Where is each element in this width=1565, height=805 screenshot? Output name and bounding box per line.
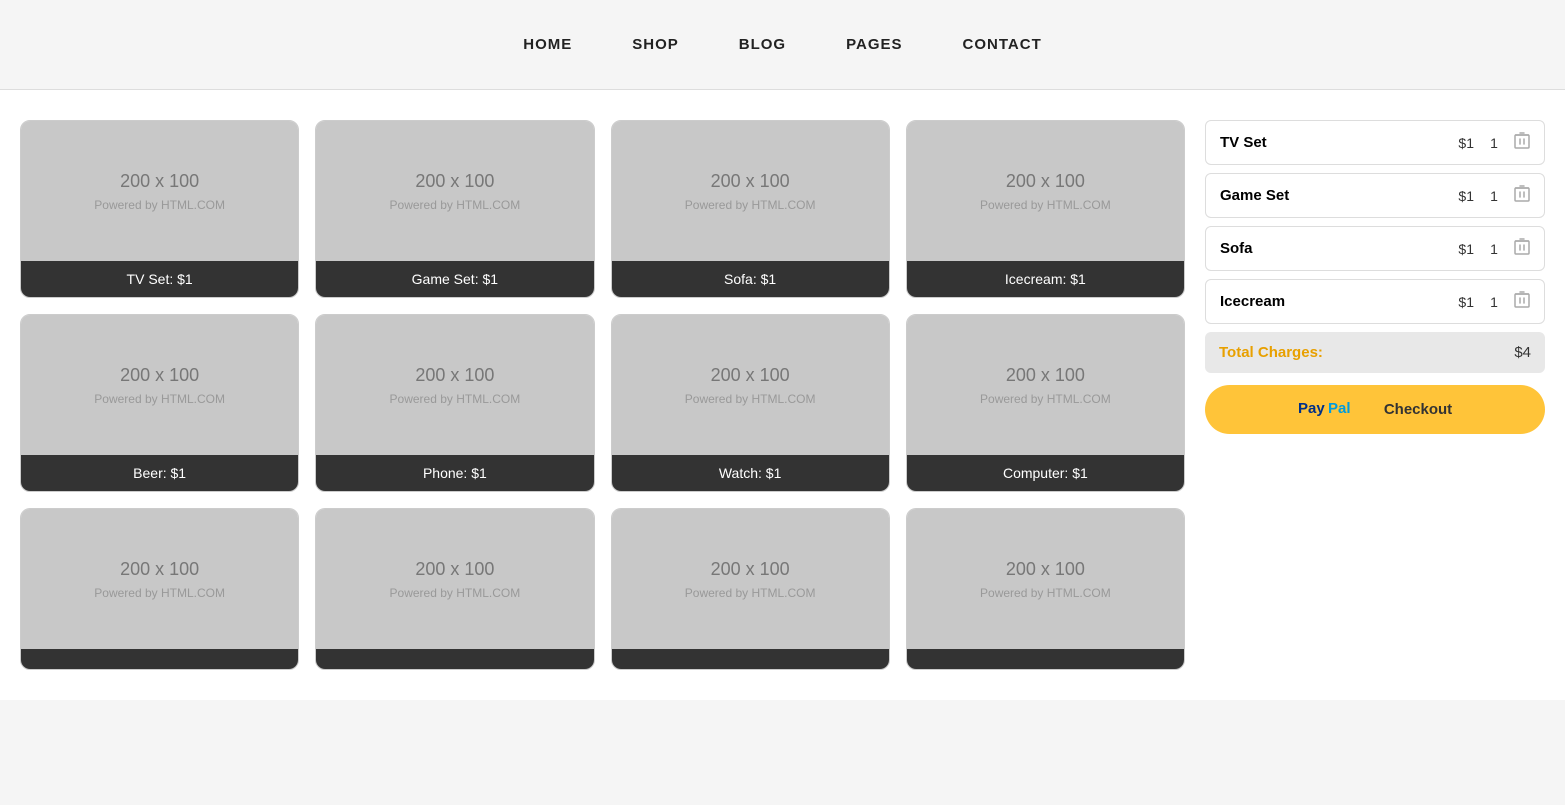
- product-card-beer[interactable]: 200 x 100 Powered by HTML.COM Beer: $1: [20, 314, 299, 492]
- product-label: Phone: $1: [316, 455, 593, 491]
- product-powered: Powered by HTML.COM: [390, 392, 521, 406]
- product-label: Sofa: $1: [612, 261, 889, 297]
- cart-item-name: Icecream: [1220, 293, 1434, 310]
- product-label: Game Set: $1: [316, 261, 593, 297]
- product-dimension: 200 x 100: [1006, 171, 1085, 192]
- product-image: 200 x 100 Powered by HTML.COM: [21, 121, 298, 261]
- product-label: [316, 649, 593, 669]
- product-powered: Powered by HTML.COM: [685, 392, 816, 406]
- nav-item-shop[interactable]: SHOP: [632, 36, 679, 53]
- cart-item-delete-button[interactable]: [1514, 184, 1530, 207]
- nav-item-contact[interactable]: CONTACT: [963, 36, 1042, 53]
- product-dimension: 200 x 100: [415, 559, 494, 580]
- product-powered: Powered by HTML.COM: [94, 392, 225, 406]
- paypal-logo-icon: Pay Pal: [1298, 397, 1378, 422]
- product-powered: Powered by HTML.COM: [980, 392, 1111, 406]
- cart-item-price: $1: [1444, 241, 1474, 257]
- product-dimension: 200 x 100: [1006, 559, 1085, 580]
- product-card-tv-set[interactable]: 200 x 100 Powered by HTML.COM TV Set: $1: [20, 120, 299, 298]
- product-powered: Powered by HTML.COM: [94, 586, 225, 600]
- product-label: [907, 649, 1184, 669]
- product-label: Computer: $1: [907, 455, 1184, 491]
- product-dimension: 200 x 100: [711, 559, 790, 580]
- product-image: 200 x 100 Powered by HTML.COM: [316, 509, 593, 649]
- product-image: 200 x 100 Powered by HTML.COM: [316, 121, 593, 261]
- cart-sidebar: TV Set $1 1 Game Set $1 1 Sofa $1 1 Icecream $1 1 To…: [1205, 120, 1545, 670]
- cart-item-cart-tv: TV Set $1 1: [1205, 120, 1545, 165]
- product-dimension: 200 x 100: [711, 171, 790, 192]
- product-card-watch[interactable]: 200 x 100 Powered by HTML.COM Watch: $1: [611, 314, 890, 492]
- main-nav: HOME SHOP BLOG PAGES CONTACT: [523, 36, 1041, 53]
- paypal-checkout-button[interactable]: Pay Pal Checkout: [1205, 385, 1545, 434]
- product-label: TV Set: $1: [21, 261, 298, 297]
- cart-total-row: Total Charges: $4: [1205, 332, 1545, 373]
- product-dimension: 200 x 100: [711, 365, 790, 386]
- cart-item-price: $1: [1444, 135, 1474, 151]
- product-dimension: 200 x 100: [415, 365, 494, 386]
- product-card-icecream[interactable]: 200 x 100 Powered by HTML.COM Icecream: $1: [906, 120, 1185, 298]
- cart-item-cart-game: Game Set $1 1: [1205, 173, 1545, 218]
- product-dimension: 200 x 100: [1006, 365, 1085, 386]
- cart-item-qty: 1: [1484, 135, 1504, 151]
- product-dimension: 200 x 100: [120, 171, 199, 192]
- cart-item-name: Sofa: [1220, 240, 1434, 257]
- product-label: [612, 649, 889, 669]
- product-powered: Powered by HTML.COM: [94, 198, 225, 212]
- product-image: 200 x 100 Powered by HTML.COM: [612, 509, 889, 649]
- svg-text:Pay: Pay: [1298, 400, 1325, 417]
- cart-item-qty: 1: [1484, 241, 1504, 257]
- cart-item-qty: 1: [1484, 294, 1504, 310]
- product-label: Beer: $1: [21, 455, 298, 491]
- cart-total-label: Total Charges:: [1219, 344, 1504, 361]
- cart-item-delete-button[interactable]: [1514, 131, 1530, 154]
- product-card-product12[interactable]: 200 x 100 Powered by HTML.COM: [906, 508, 1185, 670]
- product-image: 200 x 100 Powered by HTML.COM: [21, 315, 298, 455]
- main-content: 200 x 100Powered by HTML.COMTV Set: $120…: [0, 90, 1565, 700]
- product-image: 200 x 100 Powered by HTML.COM: [907, 509, 1184, 649]
- cart-item-delete-button[interactable]: [1514, 237, 1530, 260]
- product-label: Watch: $1: [612, 455, 889, 491]
- product-dimension: 200 x 100: [120, 559, 199, 580]
- product-image: 200 x 100 Powered by HTML.COM: [612, 315, 889, 455]
- nav-item-blog[interactable]: BLOG: [739, 36, 786, 53]
- product-card-sofa[interactable]: 200 x 100 Powered by HTML.COM Sofa: $1: [611, 120, 890, 298]
- nav-item-pages[interactable]: PAGES: [846, 36, 902, 53]
- cart-item-qty: 1: [1484, 188, 1504, 204]
- product-image: 200 x 100 Powered by HTML.COM: [907, 315, 1184, 455]
- cart-item-delete-button[interactable]: [1514, 290, 1530, 313]
- product-image: 200 x 100 Powered by HTML.COM: [21, 509, 298, 649]
- cart-item-price: $1: [1444, 294, 1474, 310]
- product-card-computer[interactable]: 200 x 100 Powered by HTML.COM Computer: $1: [906, 314, 1185, 492]
- product-powered: Powered by HTML.COM: [980, 198, 1111, 212]
- nav-item-home[interactable]: HOME: [523, 36, 572, 53]
- product-label: [21, 649, 298, 669]
- product-dimension: 200 x 100: [415, 171, 494, 192]
- cart-item-name: TV Set: [1220, 134, 1434, 151]
- cart-item-cart-sofa: Sofa $1 1: [1205, 226, 1545, 271]
- product-powered: Powered by HTML.COM: [980, 586, 1111, 600]
- cart-item-cart-ice: Icecream $1 1: [1205, 279, 1545, 324]
- product-card-phone[interactable]: 200 x 100 Powered by HTML.COM Phone: $1: [315, 314, 594, 492]
- product-image: 200 x 100 Powered by HTML.COM: [612, 121, 889, 261]
- product-dimension: 200 x 100: [120, 365, 199, 386]
- paypal-checkout-text: Checkout: [1384, 401, 1452, 418]
- product-card-product11[interactable]: 200 x 100 Powered by HTML.COM: [611, 508, 890, 670]
- product-card-product10[interactable]: 200 x 100 Powered by HTML.COM: [315, 508, 594, 670]
- header: HOME SHOP BLOG PAGES CONTACT: [0, 0, 1565, 90]
- product-label: Icecream: $1: [907, 261, 1184, 297]
- cart-item-price: $1: [1444, 188, 1474, 204]
- product-powered: Powered by HTML.COM: [390, 586, 521, 600]
- product-card-product9[interactable]: 200 x 100 Powered by HTML.COM: [20, 508, 299, 670]
- product-card-game-set[interactable]: 200 x 100 Powered by HTML.COM Game Set: $1: [315, 120, 594, 298]
- product-powered: Powered by HTML.COM: [390, 198, 521, 212]
- cart-item-name: Game Set: [1220, 187, 1434, 204]
- product-image: 200 x 100 Powered by HTML.COM: [316, 315, 593, 455]
- cart-total-amount: $4: [1514, 344, 1531, 361]
- product-image: 200 x 100 Powered by HTML.COM: [907, 121, 1184, 261]
- product-powered: Powered by HTML.COM: [685, 586, 816, 600]
- product-grid: 200 x 100Powered by HTML.COMTV Set: $120…: [20, 120, 1185, 670]
- svg-text:Pal: Pal: [1328, 400, 1351, 417]
- product-powered: Powered by HTML.COM: [685, 198, 816, 212]
